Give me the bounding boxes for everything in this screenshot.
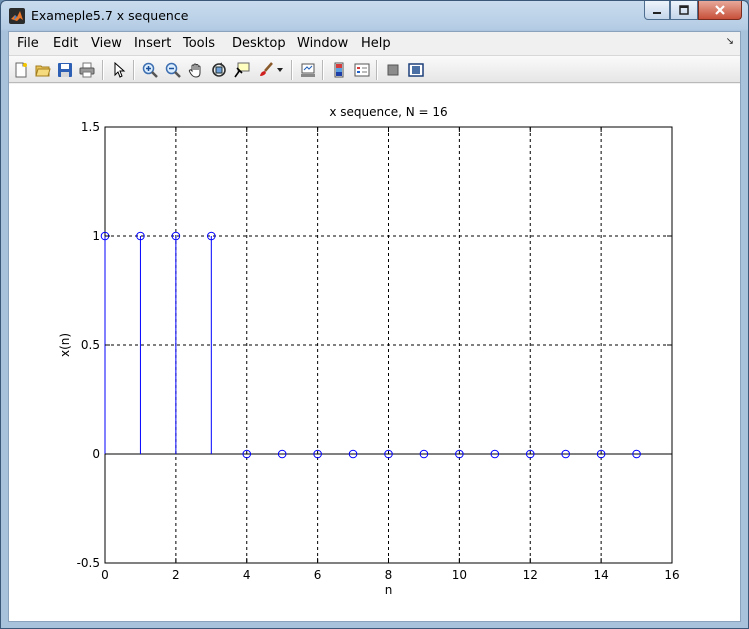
zoom-out-button[interactable] <box>164 61 182 79</box>
zoom-in-button[interactable] <box>141 61 159 79</box>
toolbar-separator <box>102 60 104 80</box>
colorbar-icon <box>334 62 344 78</box>
brush-icon <box>260 62 273 76</box>
y-tick-label: -0.5 <box>77 556 100 570</box>
window-controls <box>644 1 742 21</box>
figure-client-area: File Edit View Insert Tools Desktop Wind… <box>8 31 741 622</box>
dock-arrow-icon[interactable]: ↘ <box>726 36 734 47</box>
y-tick-label: 0 <box>92 447 100 461</box>
pan-hand-icon <box>188 63 201 78</box>
link-plot-button[interactable] <box>299 61 317 79</box>
data-cursor-button[interactable] <box>233 61 251 79</box>
select-arrow-icon <box>114 62 126 78</box>
x-tick-label: 12 <box>523 568 538 582</box>
menu-tools[interactable]: Tools <box>183 36 215 51</box>
print-icon <box>79 62 95 78</box>
link-plot-icon <box>301 63 315 77</box>
toolbar-separator <box>322 60 324 80</box>
x-tick-label: 0 <box>101 568 109 582</box>
maximize-button[interactable] <box>670 1 698 20</box>
colorbar-button[interactable] <box>330 61 348 79</box>
zoom-out-icon <box>165 62 181 78</box>
x-tick-label: 10 <box>452 568 467 582</box>
hide-plot-tools-icon <box>387 64 399 76</box>
hide-plot-tools-button[interactable] <box>384 61 402 79</box>
menu-insert[interactable]: Insert <box>134 36 171 51</box>
rotate-3d-button[interactable] <box>210 61 228 79</box>
menu-file[interactable]: File <box>17 36 39 51</box>
toolbar-separator <box>291 60 293 80</box>
menu-bar: File Edit View Insert Tools Desktop Wind… <box>9 32 740 54</box>
x-tick-label: 6 <box>314 568 322 582</box>
open-file-icon <box>35 65 51 77</box>
x-tick-label: 16 <box>664 568 679 582</box>
rotate-3d-icon <box>212 62 226 77</box>
close-icon <box>715 5 725 15</box>
brush-button[interactable] <box>257 61 275 79</box>
y-tick-label: 0.5 <box>81 338 100 352</box>
select-arrow-button[interactable] <box>110 61 128 79</box>
minimize-button[interactable] <box>644 1 670 20</box>
pan-button[interactable] <box>187 61 205 79</box>
x-tick-label: 14 <box>593 568 608 582</box>
save-icon <box>58 63 72 77</box>
y-axis-label: x(n) <box>58 333 72 357</box>
toolbar-separator <box>133 60 135 80</box>
new-figure-icon <box>15 62 27 78</box>
close-button[interactable] <box>698 1 742 20</box>
figure-toolbar <box>9 55 740 83</box>
new-figure-button[interactable] <box>12 61 30 79</box>
menu-edit[interactable]: Edit <box>53 36 78 51</box>
data-cursor-icon <box>234 62 250 78</box>
brush-dropdown[interactable] <box>275 61 285 79</box>
print-button[interactable] <box>78 61 96 79</box>
x-tick-label: 2 <box>172 568 180 582</box>
figure-canvas[interactable]: 0 2 4 6 8 10 12 14 16 -0.5 0 0.5 1 1.5 x sequence, N … <box>9 84 740 621</box>
title-bar[interactable]: Exameple5.7 x sequence <box>1 1 748 31</box>
figure-window: Exameple5.7 x sequence File Edit View In… <box>0 0 749 629</box>
menu-desktop[interactable]: Desktop <box>232 36 286 51</box>
minimize-icon <box>653 12 661 14</box>
legend-button[interactable] <box>353 61 371 79</box>
legend-icon <box>354 63 370 77</box>
menu-view[interactable]: View <box>91 36 122 51</box>
x-tick-label: 4 <box>243 568 251 582</box>
toolbar-separator <box>376 60 378 80</box>
show-plot-tools-icon <box>408 63 424 77</box>
y-tick-label: 1.5 <box>81 120 100 134</box>
open-file-button[interactable] <box>34 61 52 79</box>
x-axis-label: n <box>385 583 393 597</box>
brush-dropdown-icon <box>277 68 283 72</box>
y-tick-label: 1 <box>92 229 100 243</box>
window-title: Exameple5.7 x sequence <box>31 8 189 23</box>
show-plot-tools-button[interactable] <box>407 61 425 79</box>
menu-help[interactable]: Help <box>361 36 391 51</box>
maximize-icon <box>679 5 689 15</box>
menu-window[interactable]: Window <box>297 36 348 51</box>
stem-plot[interactable]: 0 2 4 6 8 10 12 14 16-0.500.511.5 x sequence, N … <box>9 84 740 621</box>
x-tick-label: 8 <box>385 568 393 582</box>
zoom-in-icon <box>142 62 158 78</box>
save-button[interactable] <box>56 61 74 79</box>
plot-title: x sequence, N = 16 <box>329 105 447 119</box>
matlab-logo-icon <box>9 8 25 24</box>
